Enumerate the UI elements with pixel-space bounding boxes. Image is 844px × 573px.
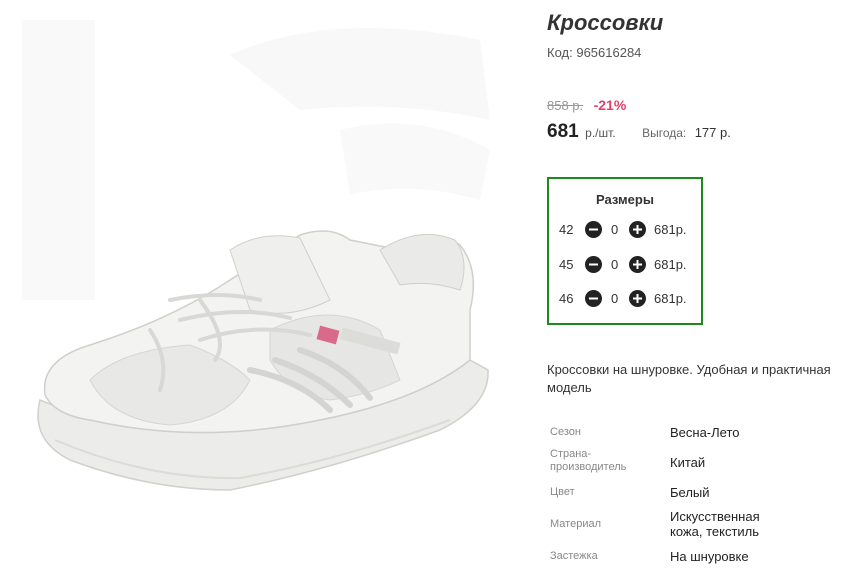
code-label: Код: <box>547 45 573 60</box>
benefit-value: 177 р. <box>694 125 731 140</box>
old-price: 858 р. <box>547 98 584 113</box>
quantity-value: 0 <box>611 222 619 237</box>
size-price: 681р. <box>654 222 687 237</box>
size-number: 46 <box>559 291 574 306</box>
plus-circle-icon[interactable] <box>629 256 646 273</box>
property-label-line: Страна- <box>550 448 592 460</box>
quantity-value: 0 <box>611 257 619 272</box>
property-value: Китай <box>670 455 706 470</box>
benefit-label: Выгода: <box>642 126 687 140</box>
size-row: 46 0 681р. <box>549 289 701 309</box>
code-value: 965616284 <box>576 45 642 60</box>
product-info: Кроссовки Код: 965616284 858 р. -21% 681… <box>547 0 844 573</box>
property-value-line: кожа, текстиль <box>670 524 760 539</box>
property-value: На шнуровке <box>670 549 749 564</box>
property-value: Искусственная кожа, текстиль <box>670 509 760 539</box>
property-value: Весна-Лето <box>670 425 740 440</box>
product-image <box>0 0 520 573</box>
property-value: Белый <box>670 485 710 500</box>
property-label-line: производитель <box>550 461 627 473</box>
property-label: Страна- производитель <box>550 448 626 474</box>
sizes-title: Размеры <box>596 192 654 207</box>
property-label: Материал <box>550 518 601 530</box>
size-number: 42 <box>559 222 574 237</box>
size-row: 45 0 681р. <box>549 255 701 275</box>
sizes-panel: Размеры 42 0 681р. 45 0 681р. 46 0 681р. <box>547 177 703 325</box>
plus-circle-icon[interactable] <box>629 221 646 238</box>
product-title: Кроссовки <box>547 10 664 35</box>
product-description: Кроссовки на шнуровке. Удобная и практич… <box>547 362 831 395</box>
property-value-line: Искусственная <box>670 509 760 524</box>
size-number: 45 <box>559 257 574 272</box>
product-code: Код: 965616284 <box>547 45 641 60</box>
minus-circle-icon[interactable] <box>585 221 602 238</box>
old-price-row: 858 р. -21% <box>547 97 626 115</box>
plus-circle-icon[interactable] <box>629 290 646 307</box>
property-label: Застежка <box>550 550 598 562</box>
minus-circle-icon[interactable] <box>585 256 602 273</box>
size-price: 681р. <box>654 291 687 306</box>
size-row: 42 0 681р. <box>549 220 701 240</box>
property-label: Сезон <box>550 426 581 438</box>
discount-badge: -21% <box>593 97 627 113</box>
sneaker-photo <box>22 20 490 491</box>
size-price: 681р. <box>654 257 687 272</box>
price-unit: р./шт. <box>585 126 616 140</box>
minus-circle-icon[interactable] <box>585 290 602 307</box>
property-label: Цвет <box>550 486 575 498</box>
price-row: 681 р./шт. Выгода: 177 р. <box>547 121 731 143</box>
current-price: 681 <box>547 121 579 142</box>
quantity-value: 0 <box>611 291 619 306</box>
